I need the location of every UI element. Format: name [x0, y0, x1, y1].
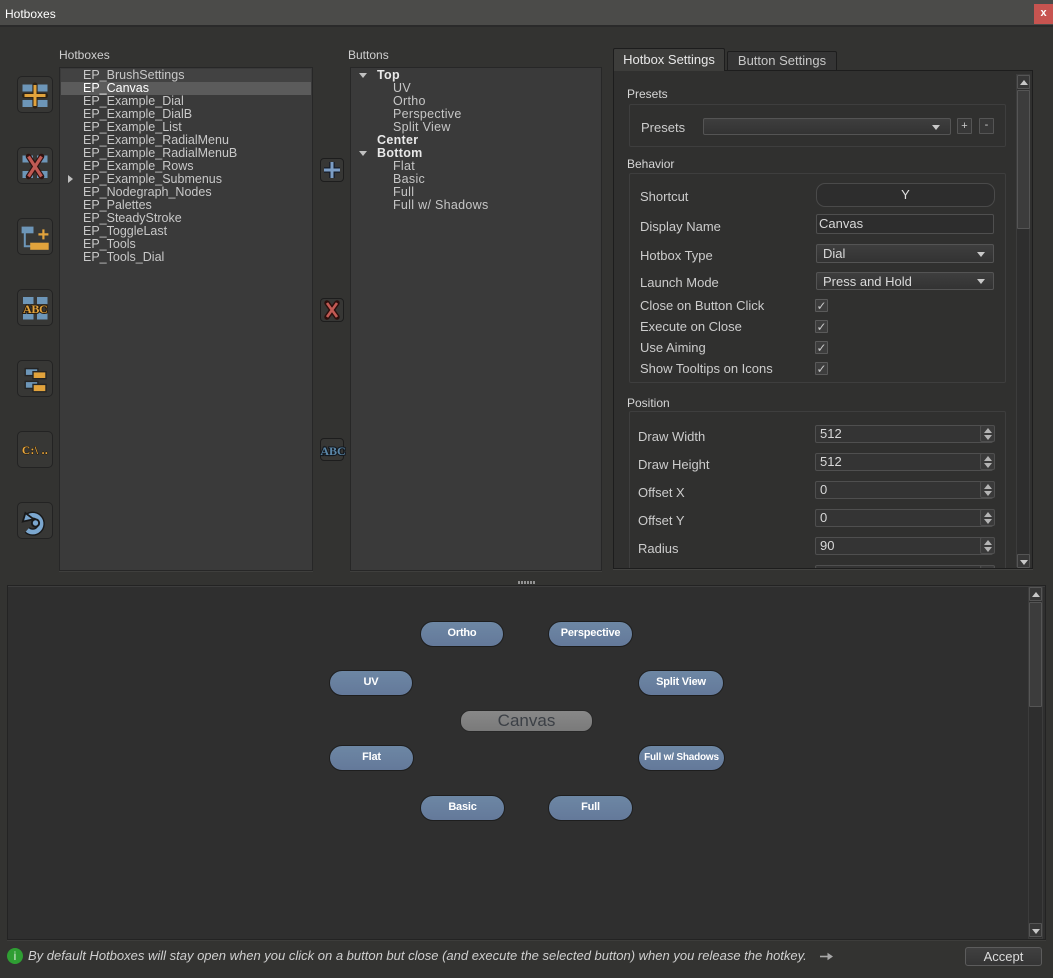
svg-text:ABC: ABC: [23, 302, 47, 316]
svg-text:ABC: ABC: [320, 444, 345, 458]
svg-text:C:\ ..: C:\ ..: [22, 445, 48, 457]
